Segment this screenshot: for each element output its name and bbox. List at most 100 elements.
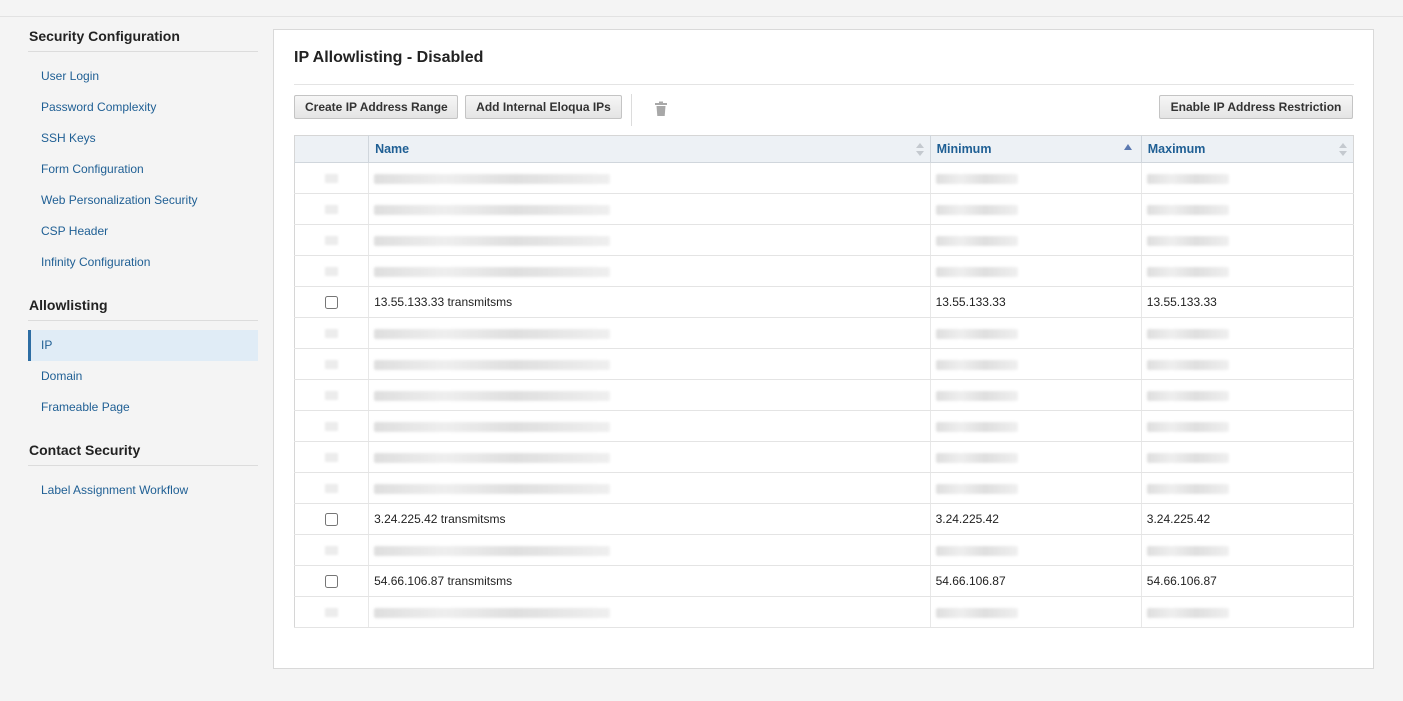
maximum-cell [1140, 162, 1354, 194]
row-select-cell [294, 224, 369, 256]
table-row[interactable]: 3.24.225.42 transmitsms 3.24.225.42 3.24.2… [294, 503, 1354, 535]
minimum-cell [929, 317, 1142, 349]
table-row-redacted[interactable] [294, 441, 1354, 473]
sidebar-item-frameable-page[interactable]: Frameable Page [28, 392, 258, 423]
redacted-text [1146, 266, 1229, 277]
name-cell [368, 348, 931, 380]
minimum-column-header[interactable]: Minimum [929, 135, 1142, 163]
maximum-cell [1140, 224, 1354, 256]
redacted-text [374, 483, 611, 494]
minimum-cell [929, 348, 1142, 380]
maximum-value: 54.66.106.87 [1146, 574, 1217, 588]
name-cell [368, 224, 931, 256]
sidebar-section-title: Allowlisting [28, 291, 258, 321]
sidebar-item-domain[interactable]: Domain [28, 361, 258, 392]
minimum-cell: 13.55.133.33 [929, 286, 1142, 318]
redacted-text [374, 266, 611, 277]
minimum-cell: 54.66.106.87 [929, 565, 1142, 597]
row-select-checkbox[interactable] [325, 296, 339, 310]
row-select-cell [294, 379, 369, 411]
redacted-checkbox [325, 236, 339, 246]
minimum-value: 3.24.225.42 [935, 512, 999, 526]
name-cell [368, 410, 931, 442]
table-row[interactable]: 54.66.106.87 transmitsms 54.66.106.87 54.6… [294, 565, 1354, 597]
sidebar-item-infinity-configuration[interactable]: Infinity Configuration [28, 247, 258, 278]
enable-ip-restriction-button[interactable]: Enable IP Address Restriction [1159, 95, 1353, 119]
toolbar-separator [631, 94, 632, 126]
row-select-cell [294, 472, 369, 504]
name-column-header[interactable]: Name [368, 135, 931, 163]
redacted-text [935, 452, 1018, 463]
table-row[interactable]: 13.55.133.33 transmitsms 13.55.133.33 13.5… [294, 286, 1354, 318]
row-select-cell [294, 534, 369, 566]
table-row-redacted[interactable] [294, 224, 1354, 256]
sidebar-item-label-assignment-workflow[interactable]: Label Assignment Workflow [28, 475, 258, 506]
redacted-checkbox [325, 608, 339, 618]
create-ip-range-button[interactable]: Create IP Address Range [294, 95, 458, 119]
maximum-cell [1140, 472, 1354, 504]
maximum-value: 3.24.225.42 [1146, 512, 1211, 526]
row-select-cell [294, 565, 369, 597]
redacted-text [1146, 173, 1229, 184]
table-row-redacted[interactable] [294, 348, 1354, 380]
name-cell: 54.66.106.87 transmitsms [368, 565, 931, 597]
redacted-text [1146, 359, 1229, 370]
sidebar-item-web-personalization-security[interactable]: Web Personalization Security [28, 185, 258, 216]
trash-icon[interactable] [654, 101, 668, 117]
minimum-cell [929, 534, 1142, 566]
table-row-redacted[interactable] [294, 379, 1354, 411]
sidebar-item-user-login[interactable]: User Login [28, 61, 258, 92]
table-row-redacted[interactable] [294, 472, 1354, 504]
redacted-text [374, 359, 611, 370]
name-value: 13.55.133.33 transmitsms [374, 295, 513, 309]
redacted-text [374, 607, 611, 618]
table-row-redacted[interactable] [294, 255, 1354, 287]
sidebar-section-security-configuration: Security Configuration User Login Passwo… [28, 22, 258, 288]
name-cell [368, 255, 931, 287]
table-row-redacted[interactable] [294, 410, 1354, 442]
row-select-cell [294, 348, 369, 380]
sidebar-section-title: Contact Security [28, 436, 258, 466]
minimum-cell [929, 224, 1142, 256]
row-select-cell [294, 255, 369, 287]
maximum-cell [1140, 317, 1354, 349]
sidebar-section-contact-security: Contact Security Label Assignment Workfl… [28, 436, 258, 516]
row-select-checkbox[interactable] [325, 575, 339, 589]
name-cell [368, 379, 931, 411]
maximum-column-label: Maximum [1147, 142, 1206, 156]
redacted-text [1146, 545, 1229, 556]
table-row-redacted[interactable] [294, 317, 1354, 349]
sidebar-item-password-complexity[interactable]: Password Complexity [28, 92, 258, 123]
ip-range-table: Name Minimum Maximum 13.55.133.33 transm… [294, 135, 1354, 628]
redacted-text [374, 390, 611, 401]
redacted-text [374, 452, 611, 463]
redacted-checkbox [325, 329, 339, 339]
sidebar-item-form-configuration[interactable]: Form Configuration [28, 154, 258, 185]
redacted-text [1146, 328, 1229, 339]
minimum-value: 54.66.106.87 [935, 574, 1006, 588]
row-select-checkbox[interactable] [325, 513, 339, 527]
sidebar-item-csp-header[interactable]: CSP Header [28, 216, 258, 247]
redacted-text [1146, 607, 1229, 618]
minimum-cell [929, 410, 1142, 442]
name-value: 3.24.225.42 transmitsms [374, 512, 506, 526]
redacted-text [374, 328, 611, 339]
redacted-text [935, 421, 1018, 432]
table-row-redacted[interactable] [294, 596, 1354, 628]
sort-ascending-icon [1123, 144, 1132, 150]
table-row-redacted[interactable] [294, 162, 1354, 194]
redacted-text [1146, 204, 1229, 215]
minimum-cell [929, 255, 1142, 287]
redacted-text [935, 204, 1018, 215]
name-cell [368, 317, 931, 349]
name-cell [368, 534, 931, 566]
sidebar-item-ssh-keys[interactable]: SSH Keys [28, 123, 258, 154]
redacted-checkbox [325, 205, 339, 215]
add-internal-eloqua-ips-button[interactable]: Add Internal Eloqua IPs [465, 95, 622, 119]
maximum-column-header[interactable]: Maximum [1140, 135, 1354, 163]
redacted-text [935, 235, 1018, 246]
name-cell: 3.24.225.42 transmitsms [368, 503, 931, 535]
sidebar-item-ip[interactable]: IP [28, 330, 258, 361]
table-row-redacted[interactable] [294, 534, 1354, 566]
table-row-redacted[interactable] [294, 193, 1354, 225]
